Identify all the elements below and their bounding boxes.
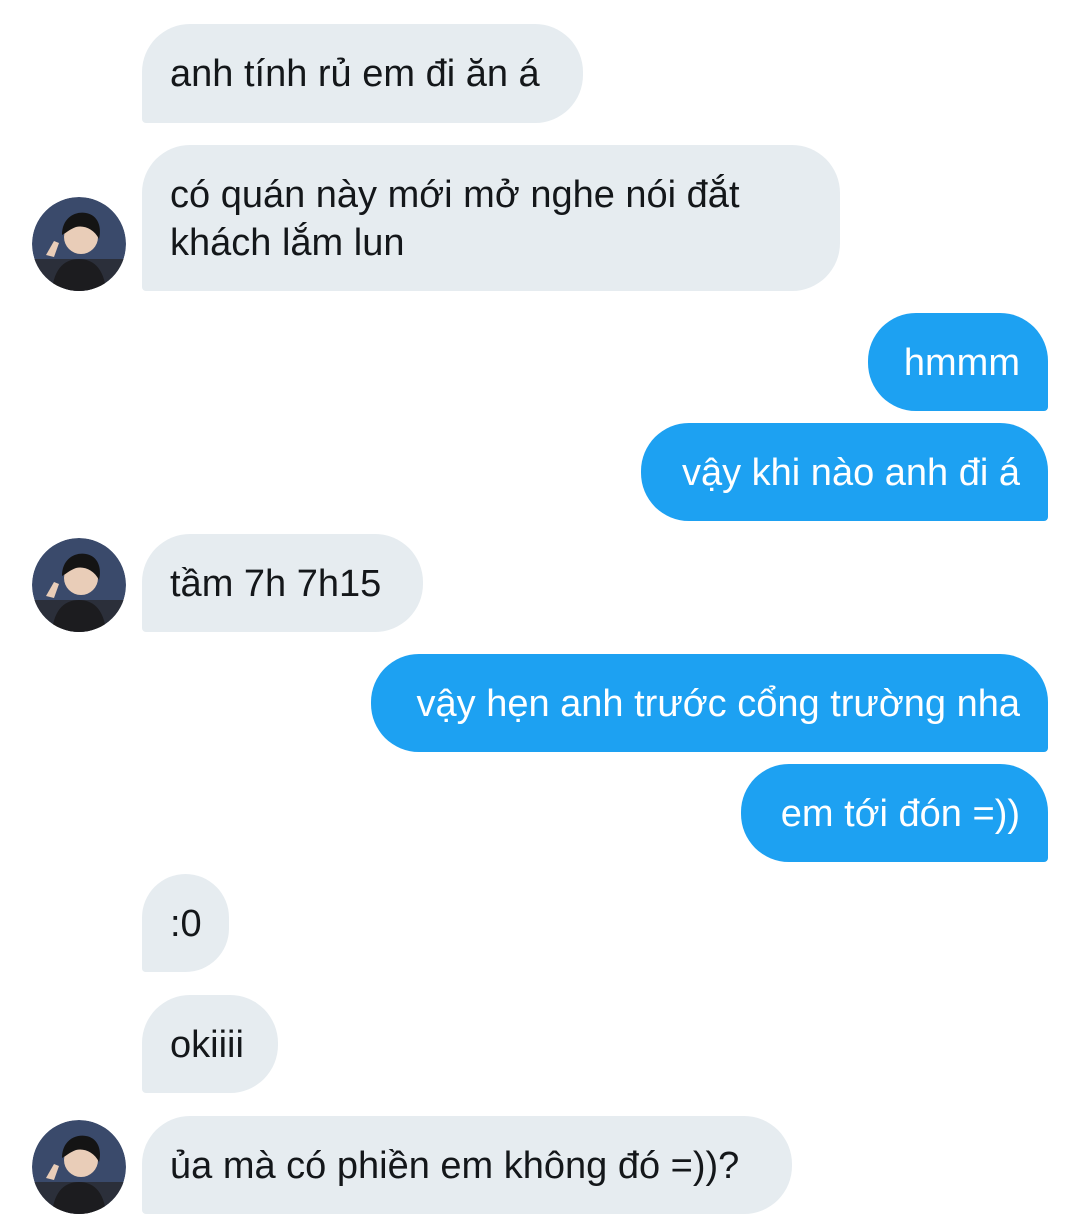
outgoing-message[interactable]: vậy khi nào anh đi á bbox=[641, 423, 1048, 521]
incoming-message[interactable]: anh tính rủ em đi ăn á bbox=[142, 24, 583, 123]
incoming-message[interactable]: có quán này mới mở nghe nói đắt khách lắ… bbox=[142, 145, 840, 291]
contact-avatar[interactable] bbox=[32, 197, 126, 291]
incoming-message[interactable]: tầm 7h 7h15 bbox=[142, 534, 423, 632]
user-avatar-icon bbox=[32, 538, 126, 632]
user-avatar-icon bbox=[32, 197, 126, 291]
contact-avatar[interactable] bbox=[32, 1120, 126, 1214]
outgoing-message[interactable]: em tới đón =)) bbox=[741, 764, 1048, 862]
contact-avatar[interactable] bbox=[32, 538, 126, 632]
incoming-message[interactable]: :0 bbox=[142, 874, 229, 972]
outgoing-message[interactable]: hmmm bbox=[868, 313, 1048, 411]
outgoing-message[interactable]: vậy hẹn anh trước cổng trường nha bbox=[371, 654, 1048, 752]
user-avatar-icon bbox=[32, 1120, 126, 1214]
incoming-message[interactable]: ủa mà có phiền em không đó =))? bbox=[142, 1116, 792, 1214]
incoming-message[interactable]: okiiii bbox=[142, 995, 278, 1093]
